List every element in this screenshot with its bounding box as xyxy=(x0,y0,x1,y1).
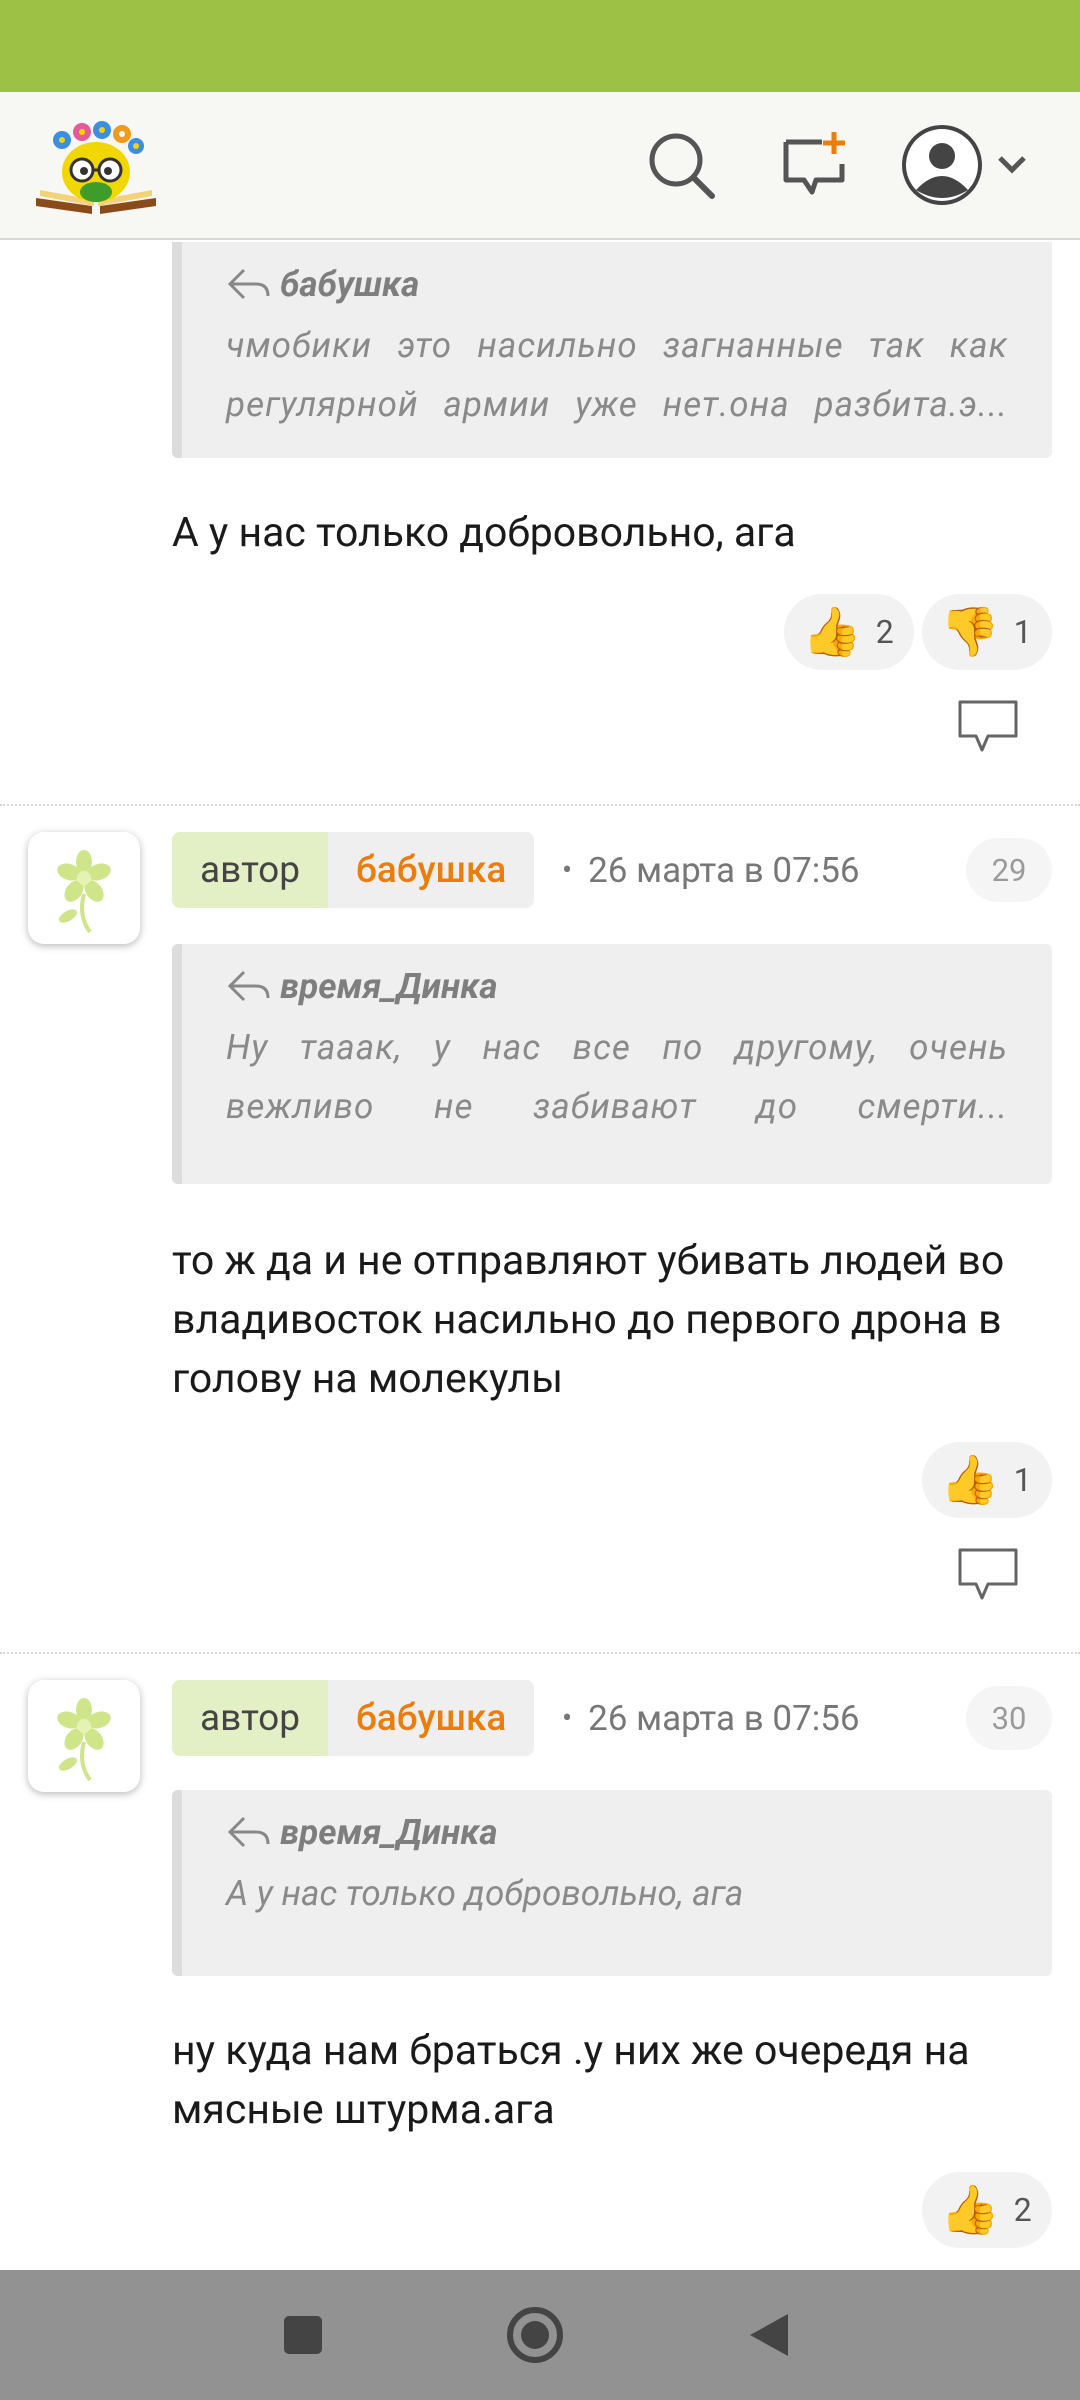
comment-divider xyxy=(0,804,1080,806)
comment-meta: • 26 марта в 07:56 xyxy=(562,832,860,908)
comment-text: ну куда нам браться .у них же очередя на… xyxy=(172,2027,970,2134)
quoted-reply[interactable]: бабушка чмобики это насильно загнанные т… xyxy=(172,242,1052,458)
reply-comment-icon[interactable] xyxy=(956,698,1020,756)
comment-number[interactable]: 30 xyxy=(966,1686,1052,1750)
quote-text: чмобики это насильно загнанные так как р… xyxy=(226,325,1008,425)
comment-time: 26 марта в 07:56 xyxy=(588,1697,860,1739)
quoted-reply[interactable]: время_Динка А у нас только добровольно, … xyxy=(172,1790,1052,1976)
quote-text: А у нас только добровольно, ага xyxy=(226,1873,744,1914)
search-icon[interactable] xyxy=(646,130,718,202)
thumbs-up-icon: 👍 xyxy=(940,1451,1000,1508)
quote-author: время_Динка xyxy=(280,965,498,1007)
comment-time: 26 марта в 07:56 xyxy=(588,849,860,891)
role-badge: автор xyxy=(172,832,328,908)
author-chip[interactable]: автор бабушка xyxy=(172,832,535,908)
meta-separator: • xyxy=(562,1700,573,1736)
like-count: 2 xyxy=(1013,2191,1032,2229)
meta-separator: • xyxy=(562,852,573,888)
reply-comment-icon[interactable] xyxy=(956,1546,1020,1604)
quote-author: бабушка xyxy=(280,263,420,305)
profile-menu-button[interactable] xyxy=(900,120,1040,210)
home-button[interactable] xyxy=(506,2306,564,2364)
like-button[interactable]: 👍 2 xyxy=(784,594,914,670)
quote-author: время_Динка xyxy=(280,1811,498,1853)
system-nav-bar xyxy=(0,2270,1080,2400)
recents-button[interactable] xyxy=(282,2314,324,2356)
reply-arrow-icon xyxy=(227,1816,270,1848)
avatar[interactable] xyxy=(28,1680,140,1792)
author-name[interactable]: бабушка xyxy=(327,1680,535,1756)
comment-text: А у нас только добровольно, ага xyxy=(172,509,796,557)
quote-text: Ну тааак, у нас все по другому, очень ве… xyxy=(226,1027,1008,1127)
comment-text: то ж да и не отправляют убивать людей во… xyxy=(172,1237,1005,1403)
like-button[interactable]: 👍 2 xyxy=(922,2172,1052,2248)
like-button[interactable]: 👍 1 xyxy=(922,1442,1052,1518)
thumbs-up-icon: 👍 xyxy=(940,2181,1000,2238)
reply-arrow-icon xyxy=(227,970,270,1002)
author-name[interactable]: бабушка xyxy=(327,832,535,908)
like-count: 1 xyxy=(1013,1461,1032,1499)
like-count: 2 xyxy=(875,613,894,651)
comment-meta: • 26 марта в 07:56 xyxy=(562,1680,860,1756)
site-logo-icon[interactable] xyxy=(32,110,160,220)
role-badge: автор xyxy=(172,1680,328,1756)
new-comment-icon[interactable] xyxy=(778,128,850,200)
thumbs-up-icon: 👍 xyxy=(802,603,862,660)
comments-feed: бабушка чмобики это насильно загнанные т… xyxy=(0,242,1080,2270)
app-header xyxy=(0,92,1080,240)
author-chip[interactable]: автор бабушка xyxy=(172,1680,535,1756)
back-button[interactable] xyxy=(746,2310,792,2360)
quoted-reply[interactable]: время_Динка Ну тааак, у нас все по друго… xyxy=(172,944,1052,1184)
comment-divider xyxy=(0,1652,1080,1654)
thumbs-down-icon: 👎 xyxy=(940,603,1000,660)
comment-number[interactable]: 29 xyxy=(966,838,1052,902)
avatar[interactable] xyxy=(28,832,140,944)
status-bar xyxy=(0,0,1080,92)
reply-arrow-icon xyxy=(227,268,270,300)
dislike-count: 1 xyxy=(1013,613,1032,651)
dislike-button[interactable]: 👎 1 xyxy=(922,594,1052,670)
